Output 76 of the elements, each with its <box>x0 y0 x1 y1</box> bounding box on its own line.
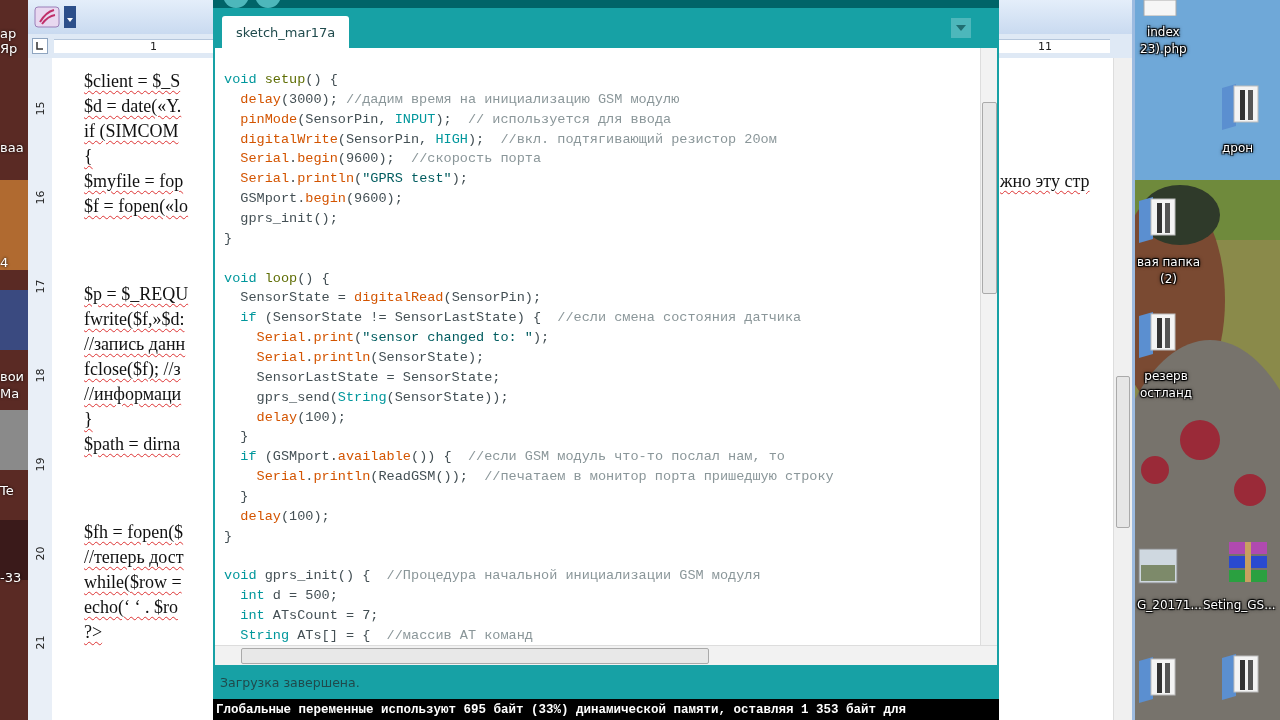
document-line: $fh = fopen($ <box>84 521 184 544</box>
icon-label: -33 <box>0 570 22 585</box>
code-line: Serial.print("sensor changed to: "); <box>255 329 550 348</box>
code-line: int ATsCount = 7; <box>239 607 379 626</box>
draw-tool-icon[interactable] <box>34 6 60 28</box>
icon-label: дрон <box>1222 140 1254 157</box>
document-line: while($row = <box>84 571 182 594</box>
vertical-scrollbar[interactable] <box>980 48 997 645</box>
document-line: fclose($f); //з <box>84 358 181 381</box>
icon-label: index 23).php <box>1140 24 1187 58</box>
document-line: echo(‘ ‘ . $ro <box>84 596 178 619</box>
code-line: if (GSMport.available()) { //если GSM модуль что-то послал нам, то <box>239 448 785 467</box>
code-line: } <box>239 488 249 507</box>
document-line: //запись данн <box>84 333 186 356</box>
code-line: if (SensorState != SensorLastState) { //если смена состояния датчика <box>239 309 802 328</box>
code-line: SensorState = digitalRead(SensorPin); <box>239 289 542 308</box>
code-line: SensorLastState = SensorState; <box>255 368 501 387</box>
code-line: Serial.println(ReadGSM()); //печатаем в монитор порта пришедшую строку <box>255 468 834 487</box>
code-line: void loop() { <box>224 269 330 288</box>
vertical-scrollbar[interactable] <box>1113 58 1132 720</box>
code-line: int d = 500; <box>239 587 338 606</box>
code-line: delay(100); <box>255 408 346 427</box>
code-line: } <box>224 527 233 546</box>
document-line: //информаци <box>84 383 182 406</box>
icon-label: Seting_GS... <box>1203 597 1276 614</box>
editor-tab[interactable]: sketch_mar17a <box>222 16 350 48</box>
icon-label: ар <box>0 26 17 41</box>
document-line: $path = dirna <box>84 433 181 456</box>
status-message: Загрузка завершена. <box>220 674 360 690</box>
document-line: //теперь дост <box>84 546 184 569</box>
code-line: gprs_send(String(SensorState)); <box>255 388 509 407</box>
code-line: } <box>224 229 233 248</box>
horizontal-scrollbar[interactable] <box>215 645 997 665</box>
code-line: Serial.println(SensorState); <box>255 349 485 368</box>
icon-label: вои <box>0 369 25 384</box>
code-line: pinMode(SensorPin, INPUT); // используется для ввода <box>239 110 672 129</box>
code-line: } <box>239 428 249 447</box>
document-line: $d = date(«Y. <box>84 95 182 118</box>
document-line: жно эту стр <box>1000 170 1090 193</box>
document-line: $myfile = fop <box>84 170 184 193</box>
code-line: Serial.begin(9600); //скорость порта <box>239 150 542 169</box>
tab-stop-icon[interactable] <box>32 38 48 54</box>
code-line: digitalWrite(SensorPin, HIGH); //вкл. подтягивающий резистор 20ом <box>239 130 777 149</box>
document-line: } <box>84 408 93 431</box>
code-line: Serial.println("GPRS test"); <box>239 170 468 189</box>
document-line: if (SIMCOM <box>84 120 179 143</box>
document-line: fwrite($f,»$d: <box>84 308 185 331</box>
document-line: { <box>84 145 93 168</box>
icon-label: Te <box>0 483 14 498</box>
document-line: $client = $_S <box>84 70 181 93</box>
code-line: void gprs_init() { //Процедура начальной инициализации GSM модуля <box>224 567 761 586</box>
ruler: 1 <box>54 39 213 53</box>
code-line: GSMport.begin(9600); <box>239 190 403 209</box>
ruler: 11 <box>998 39 1110 53</box>
document-line: ?> <box>84 621 103 644</box>
icon-label: 4 <box>0 255 9 270</box>
dropdown-icon[interactable] <box>64 6 76 28</box>
document-line: $f = fopen(«lo <box>84 195 189 218</box>
code-line: void setup() { <box>224 71 338 89</box>
code-line: gprs_init(); <box>239 210 338 228</box>
code-line: String ATs[] = { //массив AT команд <box>239 627 533 645</box>
icon-label: Яр <box>0 41 18 56</box>
caret-icon <box>955 24 967 32</box>
document-line: $p = $_REQU <box>84 283 189 306</box>
code-line: delay(3000); //дадим время на инициализацию GSM модулю <box>239 90 680 109</box>
icon-label: G_20171... <box>1137 597 1202 614</box>
vertical-ruler: 15 16 17 18 19 20 21 <box>28 58 52 720</box>
console-line: Глобальные переменные используют 695 байт (33%) динамической памяти, оставляя 1 353 байт для <box>216 703 907 718</box>
icon-label: вая папка (2) <box>1137 254 1201 288</box>
code-line: delay(100); <box>239 507 330 526</box>
icon-label: Ма <box>0 386 20 401</box>
icon-label: резерв остланд <box>1140 368 1193 402</box>
image-file-icon[interactable] <box>1137 545 1179 585</box>
tab-menu-button[interactable] <box>951 18 971 38</box>
document-icon[interactable] <box>1140 0 1180 16</box>
icon-label: ваа <box>0 140 24 155</box>
